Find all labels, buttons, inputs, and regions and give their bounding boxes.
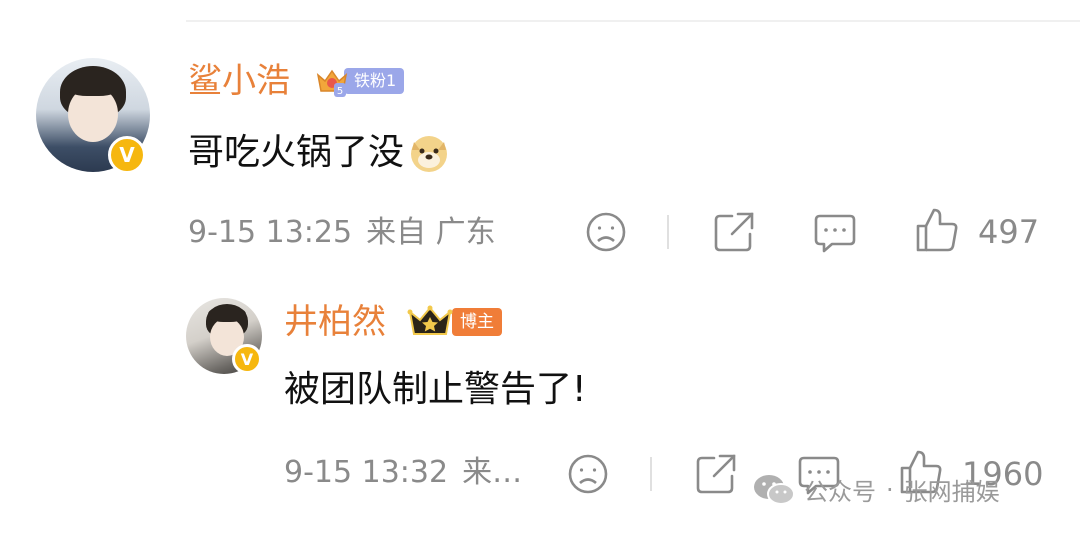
crown-icon: 5 [314,63,350,99]
comment-meta: 9-15 13:25 来自 广东 [188,218,496,248]
verified-badge-icon: V [108,136,146,174]
fan-level: 5 [337,86,343,97]
verified-badge-icon: V [232,344,262,374]
watermark-prefix: 公众号 [804,478,876,506]
comment-date: 9-15 13:32 [284,455,449,490]
separator [650,457,652,491]
watermark-name: 张网捕娱 [903,478,1000,506]
dislike-icon[interactable] [584,210,628,254]
comment-source: 来… [462,455,523,490]
share-icon[interactable] [712,210,756,254]
separator [667,215,669,249]
watermark: 公众号 · 张网捕娱 [752,472,1000,507]
comment-meta: 9-15 13:32 来… [284,458,522,488]
dislike-icon[interactable] [566,452,610,496]
like-icon[interactable] [914,206,960,254]
comment-icon[interactable] [812,210,858,256]
host-badge-label: 博主 [452,308,502,336]
host-badge[interactable]: 博主 [406,304,502,340]
wechat-icon [752,473,796,507]
username[interactable]: 鲨小浩 [188,64,290,98]
comment-body: 哥吃火锅了没 [188,132,405,173]
comment-text: 哥吃火锅了没 [188,132,450,174]
username[interactable]: 井柏然 [284,305,386,339]
watermark-sep: · [886,475,894,504]
doge-icon [408,132,450,174]
like-count: 497 [978,213,1040,251]
fan-badge[interactable]: 5 铁粉1 [314,62,405,100]
fan-badge-label: 铁粉1 [344,68,405,94]
comment-text: 被团队制止警告了! [284,369,587,410]
comment-source: 来自 广东 [366,215,496,250]
comment-date: 9-15 13:25 [188,215,353,250]
top-divider [186,20,1080,22]
crown-icon [406,304,454,340]
share-icon[interactable] [694,452,738,496]
